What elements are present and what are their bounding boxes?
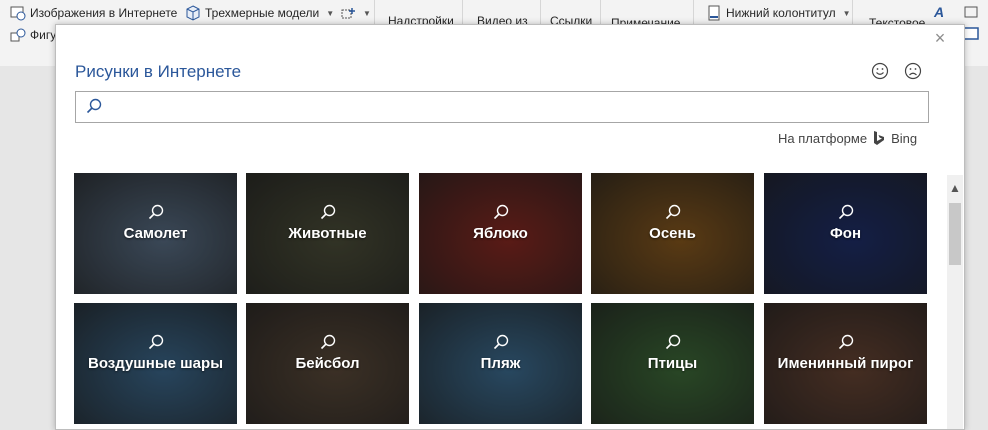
- online-pictures-icon: [10, 6, 26, 21]
- footer-label: Нижний колонтитул: [726, 6, 836, 20]
- search-icon: [148, 334, 164, 350]
- category-tile[interactable]: Яблоко: [419, 173, 582, 294]
- frown-feedback-icon[interactable]: [904, 62, 922, 80]
- powered-by-label: На платформе: [778, 130, 868, 146]
- search-icon: [148, 204, 164, 220]
- search-icon: [838, 334, 854, 350]
- dropcap-glyph-icon: [964, 6, 978, 18]
- search-icon: [493, 334, 509, 350]
- search-icon: [320, 204, 336, 220]
- screenshot-button[interactable]: ▼: [340, 5, 371, 21]
- category-tile[interactable]: Птицы: [591, 303, 754, 424]
- dialog-title: Рисунки в Интернете: [75, 62, 242, 81]
- 3d-models-button[interactable]: Трехмерные модели ▼: [185, 5, 334, 21]
- 3d-models-label: Трехмерные модели: [205, 6, 320, 20]
- category-label: Самолет: [123, 225, 188, 242]
- footer-icon: [708, 5, 720, 21]
- online-pictures-button[interactable]: Изображения в Интернете: [10, 5, 177, 21]
- chevron-down-icon: ▼: [326, 8, 335, 18]
- search-icon: [665, 334, 681, 350]
- search-box[interactable]: [75, 91, 929, 123]
- online-pictures-label: Изображения в Интернете: [30, 6, 178, 20]
- shapes-icon: [10, 28, 26, 42]
- category-tile[interactable]: Именинный пирог: [764, 303, 927, 424]
- scrollbar-thumb[interactable]: [949, 203, 961, 265]
- category-tile[interactable]: Фон: [764, 173, 927, 294]
- cube-icon: [186, 5, 200, 21]
- online-pictures-dialog: × Рисунки в Интернете На платформе Bing …: [55, 24, 965, 430]
- category-tile[interactable]: Пляж: [419, 303, 582, 424]
- chevron-down-icon: ▼: [842, 8, 851, 18]
- object-glyph-icon: [963, 27, 979, 40]
- category-label: Животные: [288, 225, 367, 242]
- category-label: Именинный пирог: [777, 355, 914, 372]
- object-icon[interactable]: [963, 26, 979, 42]
- footer-button[interactable]: Нижний колонтитул ▼: [706, 5, 851, 21]
- search-icon: [838, 204, 854, 220]
- dropcap-icon[interactable]: [963, 4, 979, 20]
- screenshot-icon: [341, 8, 355, 19]
- search-icon: [86, 98, 102, 114]
- category-label: Птицы: [647, 355, 698, 372]
- category-label: Яблоко: [473, 225, 528, 242]
- close-icon[interactable]: ×: [933, 29, 947, 47]
- category-tile[interactable]: Животные: [246, 173, 409, 294]
- category-tile[interactable]: Осень: [591, 173, 754, 294]
- powered-by: На платформе Bing: [778, 130, 917, 146]
- category-label: Осень: [649, 225, 696, 242]
- scroll-up-icon[interactable]: ▲: [947, 181, 963, 197]
- category-label: Воздушные шары: [88, 355, 223, 372]
- category-tile[interactable]: Бейсбол: [246, 303, 409, 424]
- wordart-icon[interactable]: A: [934, 4, 944, 20]
- category-label: Фон: [829, 225, 862, 242]
- shapes-label: Фигу: [30, 28, 57, 42]
- bing-label: Bing: [891, 130, 918, 146]
- category-label: Пляж: [480, 355, 521, 372]
- shapes-button[interactable]: Фигу: [10, 27, 56, 43]
- search-icon: [320, 334, 336, 350]
- search-icon: [665, 204, 681, 220]
- chevron-down-icon: ▼: [363, 8, 371, 18]
- search-icon: [493, 204, 509, 220]
- search-input[interactable]: [108, 95, 922, 119]
- category-tile[interactable]: Воздушные шары: [74, 303, 237, 424]
- category-tile[interactable]: Самолет: [74, 173, 237, 294]
- bing-logo-icon: [874, 131, 885, 145]
- smile-feedback-icon[interactable]: [871, 62, 889, 80]
- category-label: Бейсбол: [295, 355, 360, 372]
